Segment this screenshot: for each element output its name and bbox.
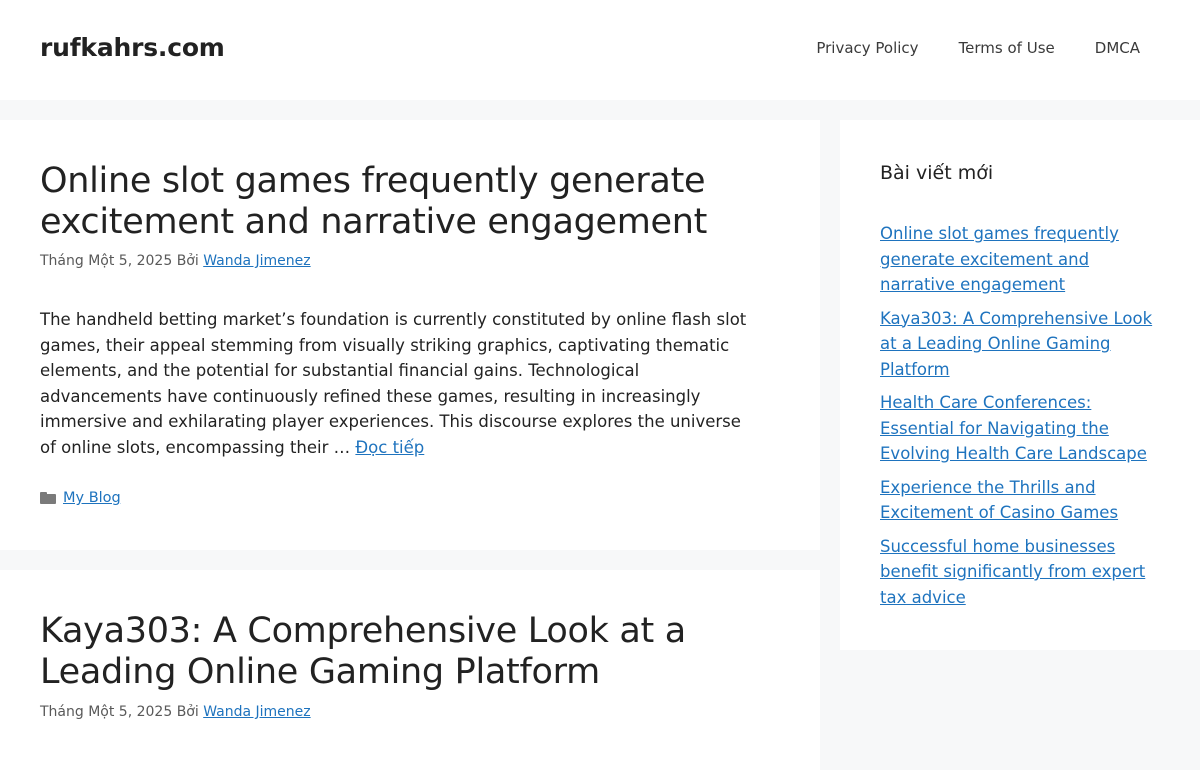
article-title[interactable]: Online slot games frequently generate ex… <box>40 161 740 243</box>
article-author-link[interactable]: Wanda Jimenez <box>203 704 310 720</box>
article-author-link[interactable]: Wanda Jimenez <box>203 253 310 269</box>
article-summary: The handheld betting market’s foundation… <box>40 307 760 460</box>
nav-item-privacy-policy[interactable]: Privacy Policy <box>816 39 918 57</box>
folder-icon <box>40 492 56 504</box>
article-date: Tháng Một 5, 2025 <box>40 253 173 269</box>
site-title-link[interactable]: rufkahrs.com <box>40 33 225 62</box>
read-more-link[interactable]: Đọc tiếp <box>355 438 424 457</box>
recent-post-link[interactable]: Successful home businesses benefit signi… <box>880 537 1145 607</box>
article-categories: My Blog <box>40 490 121 506</box>
list-item: Health Care Conferences: Essential for N… <box>880 390 1165 467</box>
list-item: Kaya303: A Comprehensive Look at a Leadi… <box>880 306 1165 383</box>
article-card: Kaya303: A Comprehensive Look at a Leadi… <box>0 570 820 770</box>
article-byline-prefix: Bởi <box>176 253 199 269</box>
recent-post-link[interactable]: Health Care Conferences: Essential for N… <box>880 393 1147 463</box>
list-item: Successful home businesses benefit signi… <box>880 534 1165 611</box>
article-date: Tháng Một 5, 2025 <box>40 704 173 720</box>
recent-post-link[interactable]: Kaya303: A Comprehensive Look at a Leadi… <box>880 309 1152 379</box>
main-navigation: Privacy Policy Terms of Use DMCA <box>816 39 1140 57</box>
article-card: Online slot games frequently generate ex… <box>0 120 820 550</box>
site-header: rufkahrs.com Privacy Policy Terms of Use… <box>0 0 1200 100</box>
article-title[interactable]: Kaya303: A Comprehensive Look at a Leadi… <box>40 611 740 693</box>
recent-posts-widget: Bài viết mới Online slot games frequentl… <box>840 120 1200 650</box>
widget-title: Bài viết mới <box>880 162 994 184</box>
article-byline-prefix: Bởi <box>176 704 199 720</box>
list-item: Online slot games frequently generate ex… <box>880 221 1165 298</box>
list-item: Experience the Thrills and Excitement of… <box>880 475 1165 526</box>
recent-post-link[interactable]: Online slot games frequently generate ex… <box>880 224 1119 294</box>
article-meta: Tháng Một 5, 2025 Bởi Wanda Jimenez <box>40 704 311 720</box>
nav-item-terms-of-use[interactable]: Terms of Use <box>959 39 1055 57</box>
nav-item-dmca[interactable]: DMCA <box>1095 39 1140 57</box>
category-link[interactable]: My Blog <box>63 490 121 506</box>
article-summary-text: The handheld betting market’s foundation… <box>40 310 747 457</box>
article-meta: Tháng Một 5, 2025 Bởi Wanda Jimenez <box>40 253 311 269</box>
recent-post-link[interactable]: Experience the Thrills and Excitement of… <box>880 478 1118 523</box>
recent-posts-list: Online slot games frequently generate ex… <box>880 221 1165 618</box>
